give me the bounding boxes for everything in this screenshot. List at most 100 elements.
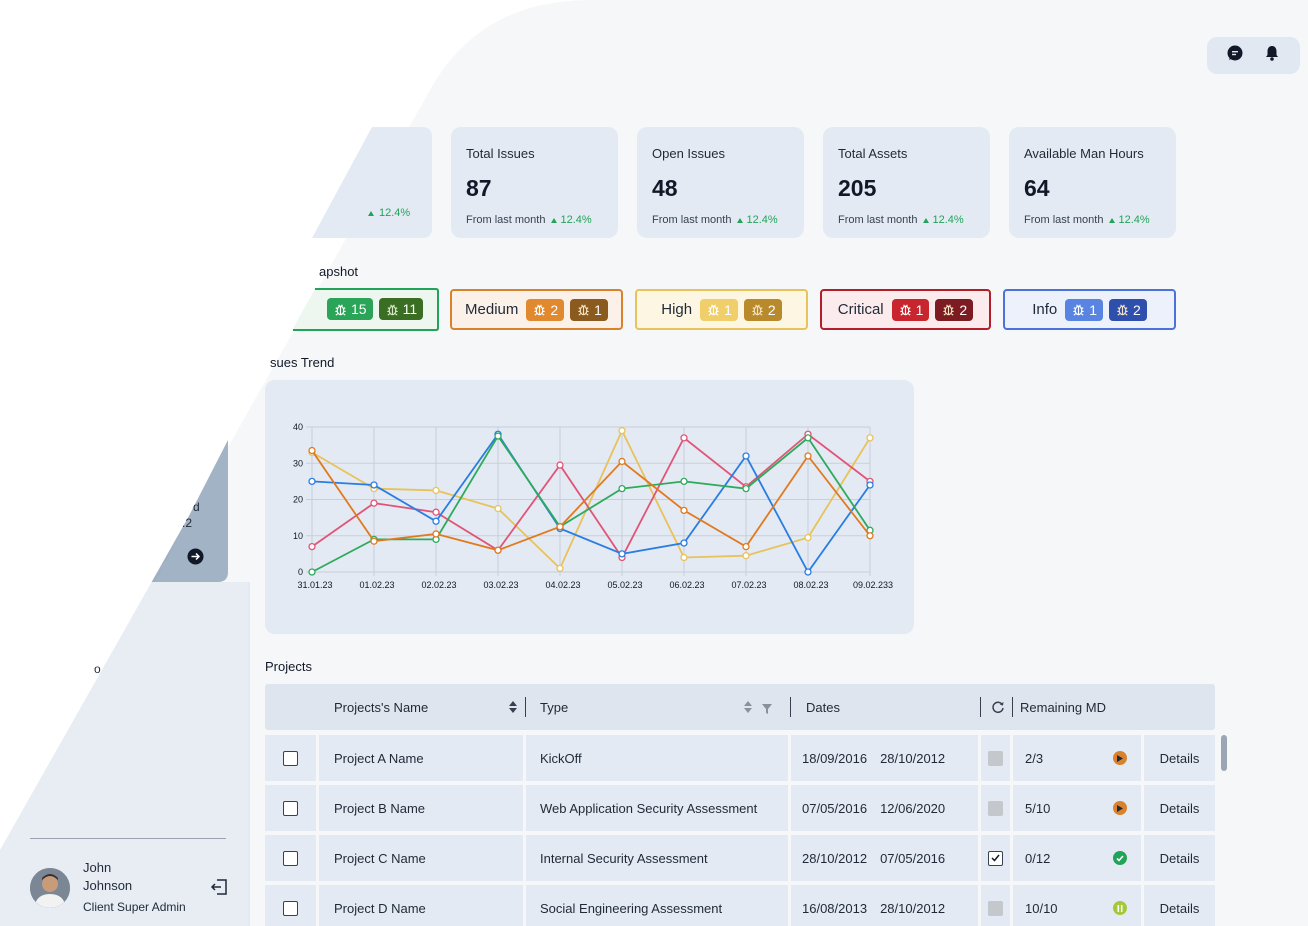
x-tick-label: 08.02.23 <box>793 580 828 590</box>
data-point <box>618 484 626 493</box>
type-cell: Internal Security Assessment <box>526 835 788 881</box>
select-cell <box>265 735 316 781</box>
details-link[interactable]: Details <box>1160 801 1200 816</box>
row-checkbox[interactable] <box>283 750 298 766</box>
stat-trend: 12.4% <box>551 214 592 226</box>
sidebar-fragment: .2 <box>182 516 193 530</box>
stat-title: Open Issues <box>652 146 725 161</box>
remaining-cell: 2/3 <box>1013 735 1141 781</box>
x-tick-label: 31.01.23 <box>297 580 332 590</box>
check-status-icon[interactable] <box>1113 851 1127 865</box>
top-actions <box>1207 37 1300 74</box>
stat-card-man-hours: Available Man Hours 64 From last month 12… <box>1009 127 1176 238</box>
closed-issues-pill[interactable]: 2 <box>743 298 782 321</box>
start-date: 16/08/2013 <box>802 900 868 916</box>
end-date: 12/06/2020 <box>880 800 946 816</box>
project-type: Internal Security Assessment <box>540 850 708 866</box>
severity-label: Critical <box>837 301 884 318</box>
severity-2[interactable]: Critical 1 2 <box>820 289 991 330</box>
avatar[interactable] <box>30 868 70 908</box>
sidebar-fragment: d <box>193 500 200 514</box>
dates-cell: 18/09/2016 28/10/2012 <box>791 735 978 781</box>
stat-card-total-assets: Total Assets 205 From last month 12.4% <box>823 127 990 238</box>
col-header-remaining[interactable]: Remaining MD <box>1020 684 1106 730</box>
data-point <box>432 517 440 525</box>
closed-issues-pill[interactable]: 2 <box>935 298 974 321</box>
closed-issues-pill[interactable]: 11 <box>378 298 424 320</box>
completed-checkbox[interactable] <box>988 750 1003 766</box>
open-issues-pill[interactable]: 1 <box>700 298 738 321</box>
row-checkbox[interactable] <box>283 850 298 866</box>
x-tick-label: 09.02.233 <box>853 580 893 590</box>
col-header-type[interactable]: Type <box>540 684 568 730</box>
sort-icon[interactable] <box>508 700 518 717</box>
refresh-icon[interactable] <box>991 700 1005 717</box>
data-point <box>618 457 626 466</box>
data-point <box>680 477 688 486</box>
data-point <box>308 542 316 551</box>
arrow-right-icon[interactable] <box>187 548 204 570</box>
x-tick-label: 04.02.23 <box>545 580 580 590</box>
snapshot-title: apshot <box>319 264 359 279</box>
row-checkbox[interactable] <box>283 900 298 916</box>
start-date: 07/05/2016 <box>802 800 868 816</box>
data-point <box>742 552 750 560</box>
open-issues-pill[interactable]: 2 <box>526 298 565 321</box>
bell-icon[interactable] <box>1263 44 1281 67</box>
open-issues-pill[interactable]: 1 <box>891 298 930 321</box>
open-issues-pill[interactable]: 1 <box>1065 298 1104 321</box>
stat-value: 48 <box>652 175 678 201</box>
y-tick-label: 30 <box>293 458 303 468</box>
type-cell: Web Application Security Assessment <box>526 785 788 831</box>
col-header-dates[interactable]: Dates <box>806 684 840 730</box>
completed-checkbox[interactable] <box>988 850 1003 866</box>
bug-open-icon <box>532 302 547 317</box>
details-link[interactable]: Details <box>1160 901 1200 916</box>
data-point <box>308 446 316 455</box>
y-tick-label: 0 <box>298 567 303 577</box>
closed-issues-pill[interactable]: 1 <box>570 298 608 321</box>
logout-icon[interactable] <box>210 878 228 896</box>
user-last-name: Johnson <box>83 878 133 893</box>
dates-cell: 07/05/2016 12/06/2020 <box>791 785 978 831</box>
stat-change: 12.4% <box>1118 214 1150 226</box>
app-frame: 12.4% Total Issues 87 From last month 12.… <box>0 0 1308 926</box>
filter-icon[interactable] <box>762 702 772 717</box>
data-point <box>618 426 626 435</box>
bug-closed-icon <box>750 302 765 317</box>
project-name: Project B Name <box>334 800 426 816</box>
end-date: 28/10/2012 <box>880 900 946 916</box>
details-link[interactable]: Details <box>1160 751 1200 766</box>
table-row[interactable]: Project C Name Internal Security Assessme… <box>265 835 1215 881</box>
col-header-name[interactable]: Projects's Name <box>334 684 428 730</box>
severity-0[interactable]: Medium 2 1 <box>450 289 623 330</box>
data-point <box>866 481 874 489</box>
details-link[interactable]: Details <box>1160 851 1200 866</box>
table-row[interactable]: Project B Name Web Application Security A… <box>265 785 1215 831</box>
table-row[interactable]: Project A Name KickOff 18/09/2016 28/10/201… <box>265 735 1215 781</box>
table-scrollbar[interactable] <box>1221 735 1227 771</box>
remaining-md: 5/10 <box>1025 800 1051 816</box>
severity-3[interactable]: Info 1 2 <box>1003 289 1176 330</box>
severity-1[interactable]: High 1 2 <box>635 289 808 330</box>
pause-status-icon[interactable] <box>1113 901 1127 915</box>
closed-issues-pill[interactable]: 2 <box>1109 298 1147 321</box>
chat-icon[interactable] <box>1226 44 1244 67</box>
dates-cell: 16/08/2013 28/10/2012 <box>791 885 978 926</box>
data-point <box>494 504 502 513</box>
play-status-icon[interactable] <box>1113 751 1127 765</box>
col-separator <box>1012 697 1013 717</box>
completed-checkbox[interactable] <box>988 800 1003 816</box>
stat-title: Total Assets <box>838 146 908 161</box>
sort-icon[interactable] <box>743 700 753 717</box>
data-point <box>804 568 812 576</box>
open-issues-pill[interactable]: 15 <box>327 298 373 320</box>
select-cell <box>265 885 316 926</box>
table-row[interactable]: Project D Name Social Engineering Assessm… <box>265 885 1215 926</box>
row-checkbox[interactable] <box>283 800 298 816</box>
completed-checkbox[interactable] <box>988 900 1003 916</box>
name-cell: Project A Name <box>319 735 523 781</box>
data-point <box>742 452 750 460</box>
play-status-icon[interactable] <box>1113 801 1127 815</box>
remaining-md: 10/10 <box>1025 900 1058 916</box>
